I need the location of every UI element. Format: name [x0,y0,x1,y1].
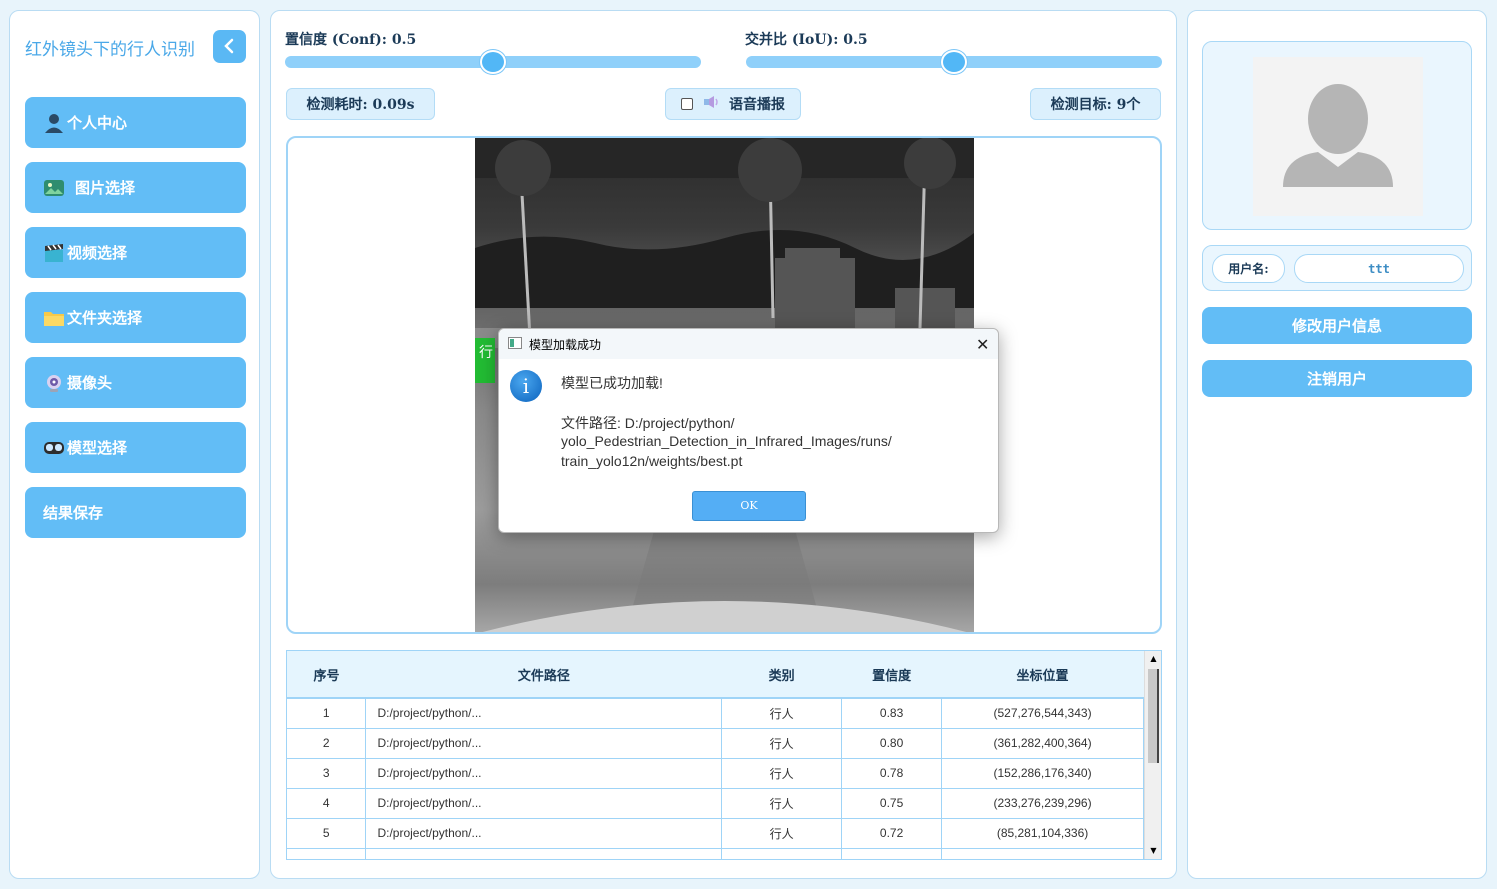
dialog-title: 模型加载成功 [529,338,602,352]
speaker-icon [703,96,721,112]
username-label: 用户名: [1212,254,1285,283]
table-row[interactable] [287,848,1144,859]
results-table: 序号 文件路径 类别 置信度 坐标位置 1 D:/project/python/… [286,650,1162,860]
sidebar-item-video-select[interactable]: 视频选择 [25,227,246,278]
table-row[interactable]: 1 D:/project/python/... 行人 0.83 (527,276… [287,698,1144,729]
sidebar-item-label: 模型选择 [67,439,128,457]
column-header-path[interactable]: 文件路径 [365,651,722,699]
iou-slider-handle[interactable] [941,50,967,74]
detect-count-badge: 检测目标: 9个 [1030,88,1161,120]
voice-checkbox[interactable] [681,98,693,110]
username-row: 用户名: ttt [1202,245,1472,291]
column-header-class[interactable]: 类别 [721,651,842,699]
close-icon[interactable]: ✕ [976,335,989,354]
table-row[interactable]: 4 D:/project/python/... 行人 0.75 (233,276… [287,788,1144,819]
sidebar: 红外镜头下的行人识别 个人中心 图片选择 视频选择 文件夹选择 摄像头 模型选择… [9,10,260,879]
detect-time-badge: 检测耗时: 0.09s [286,88,435,120]
scroll-down-arrow-icon[interactable]: ▼ [1148,845,1159,856]
column-header-index[interactable]: 序号 [287,651,366,699]
default-avatar-icon [1283,84,1393,187]
cell-class: 行人 [721,758,843,789]
window-icon [508,337,522,349]
iou-label: 交并比 (IoU): 0.5 [745,32,868,48]
conf-label: 置信度 (Conf): 0.5 [285,32,417,48]
cell-index: 4 [287,788,367,819]
webcam-icon [43,372,65,394]
table-row[interactable]: 5 D:/project/python/... 行人 0.72 (85,281,… [287,818,1144,849]
column-header-coordinates[interactable]: 坐标位置 [941,651,1144,699]
cell-coordinates: (527,276,544,343) [941,698,1144,729]
cell-coordinates: (152,286,176,340) [941,758,1144,789]
cell-path: D:/project/python/... [365,758,723,789]
ok-button[interactable]: OK [692,491,806,521]
sidebar-item-model-select[interactable]: 模型选择 [25,422,246,473]
sidebar-item-folder-select[interactable]: 文件夹选择 [25,292,246,343]
cell-path: D:/project/python/... [365,818,723,849]
info-icon: i [510,370,542,402]
image-icon [43,177,65,199]
voice-toggle[interactable]: 语音播报 [665,88,801,120]
cell-confidence: 0.72 [841,818,943,849]
cell-class: 行人 [721,728,843,759]
dialog-message: 模型已成功加载! [561,375,663,391]
sidebar-item-label: 图片选择 [75,179,136,197]
cell-path: D:/project/python/... [365,788,723,819]
dialog-path-line-2: yolo_Pedestrian_Detection_in_Infrared_Im… [561,433,892,449]
cell-path: D:/project/python/... [365,728,723,759]
sidebar-item-save-results[interactable]: 结果保存 [25,487,246,538]
dialog-path-line-3: train_yolo12n/weights/best.pt [561,453,743,469]
cell-class: 行人 [721,818,843,849]
username-value: ttt [1294,254,1464,283]
cell-index: 1 [287,698,367,729]
column-header-confidence[interactable]: 置信度 [841,651,942,699]
logout-button[interactable]: 注销用户 [1202,360,1472,397]
scrollbar-thumb[interactable] [1148,669,1159,763]
sidebar-item-label: 结果保存 [43,504,104,522]
collapse-sidebar-button[interactable] [213,30,246,63]
cell-index: 3 [287,758,367,789]
sidebar-item-label: 个人中心 [67,114,128,132]
cell-confidence: 0.83 [841,698,943,729]
cell-class: 行人 [721,788,843,819]
avatar-card [1202,41,1472,230]
model-loaded-dialog: 模型加载成功 ✕ i 模型已成功加载! 文件路径: D:/project/pyt… [498,328,999,533]
sidebar-item-label: 视频选择 [67,244,128,262]
clapperboard-icon [43,242,65,264]
chevron-left-icon [224,38,234,54]
cell-index: 2 [287,728,367,759]
cell-index: 5 [287,818,367,849]
scroll-up-arrow-icon[interactable]: ▲ [1148,653,1159,664]
cell-confidence: 0.80 [841,728,943,759]
sidebar-item-image-select[interactable]: 图片选择 [25,162,246,213]
overlay-label: 行 [479,345,493,361]
sidebar-item-label: 文件夹选择 [67,309,143,327]
vr-headset-icon [43,437,65,459]
sidebar-item-camera[interactable]: 摄像头 [25,357,246,408]
cell-confidence: 0.75 [841,788,943,819]
dialog-path-line-1: 文件路径: D:/project/python/ [561,415,735,431]
table-row[interactable]: 2 D:/project/python/... 行人 0.80 (361,282… [287,728,1144,759]
table-header-row: 序号 文件路径 类别 置信度 坐标位置 [287,651,1144,699]
cell-coordinates: (85,281,104,336) [941,818,1144,849]
user-panel: 用户名: ttt 修改用户信息 注销用户 [1187,10,1487,879]
cell-path: D:/project/python/... [365,698,723,729]
edit-user-button[interactable]: 修改用户信息 [1202,307,1472,344]
user-icon [43,112,65,134]
conf-slider-handle[interactable] [480,50,506,74]
dialog-titlebar[interactable]: 模型加载成功 ✕ [499,329,998,359]
app-title: 红外镜头下的行人识别 [25,40,195,60]
cell-confidence: 0.78 [841,758,943,789]
voice-label: 语音播报 [729,97,785,113]
folder-icon [43,307,65,329]
cell-coordinates: (361,282,400,364) [941,728,1144,759]
sidebar-item-label: 摄像头 [67,374,113,392]
table-row[interactable]: 3 D:/project/python/... 行人 0.78 (152,286… [287,758,1144,789]
cell-coordinates: (233,276,239,296) [941,788,1144,819]
avatar[interactable] [1253,57,1423,216]
table-scrollbar[interactable]: ▲ ▼ [1144,651,1161,859]
cell-class: 行人 [721,698,843,729]
sidebar-item-profile[interactable]: 个人中心 [25,97,246,148]
